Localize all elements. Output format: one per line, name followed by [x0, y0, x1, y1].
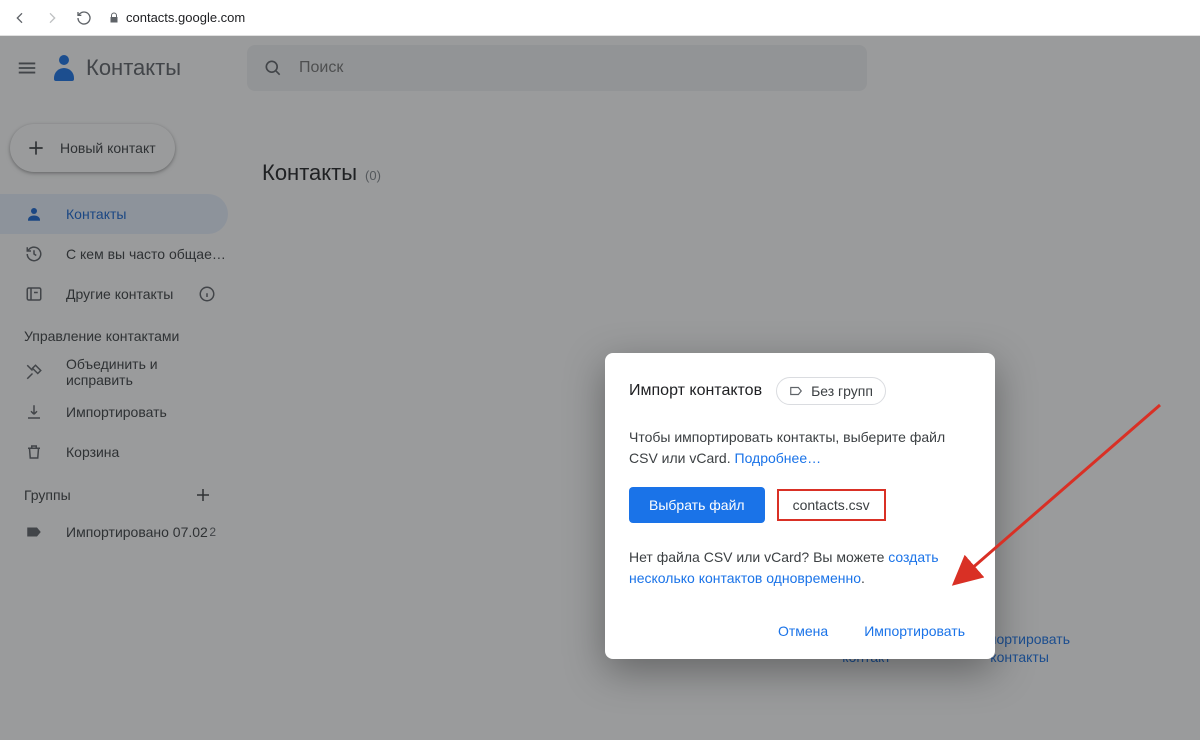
- dialog-nofile-hint: Нет файла CSV или vCard? Вы можете созда…: [629, 547, 971, 589]
- import-contacts-dialog: Импорт контактов Без групп Чтобы импорти…: [605, 353, 995, 659]
- lock-icon: [108, 11, 120, 25]
- forward-icon[interactable]: [44, 10, 60, 26]
- reload-icon[interactable]: [76, 10, 92, 26]
- url-text: contacts.google.com: [126, 10, 245, 25]
- import-button[interactable]: Импортировать: [858, 615, 971, 647]
- back-icon[interactable]: [12, 10, 28, 26]
- selected-filename: contacts.csv: [777, 489, 886, 521]
- chip-label: Без групп: [811, 383, 873, 399]
- dialog-description: Чтобы импортировать контакты, выберите ф…: [629, 427, 971, 469]
- cancel-button[interactable]: Отмена: [772, 615, 834, 647]
- modal-overlay[interactable]: [0, 36, 1200, 740]
- select-file-button[interactable]: Выбрать файл: [629, 487, 765, 523]
- browser-toolbar: contacts.google.com: [0, 0, 1200, 36]
- address-bar[interactable]: contacts.google.com: [108, 10, 245, 25]
- label-outline-icon: [789, 384, 803, 398]
- dialog-title: Импорт контактов: [629, 382, 762, 400]
- learn-more-link[interactable]: Подробнее…: [735, 450, 822, 466]
- group-chip[interactable]: Без групп: [776, 377, 886, 405]
